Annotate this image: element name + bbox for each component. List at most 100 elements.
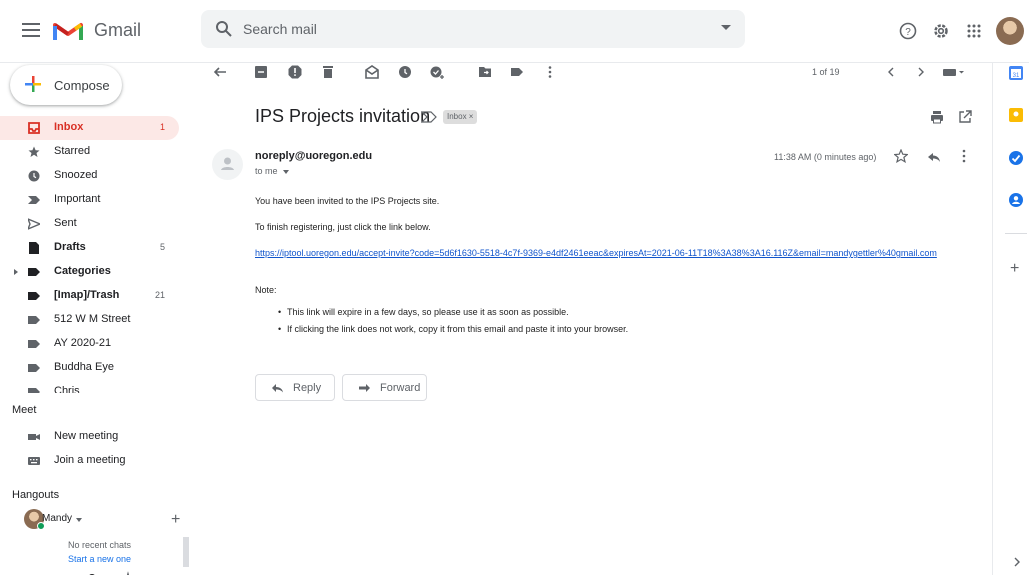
compose-plus-icon [25,76,41,92]
message-more-icon[interactable] [962,149,966,163]
sidebar-item-inbox[interactable]: Inbox 1 [0,116,179,140]
svg-text:31: 31 [1013,73,1020,79]
sidebar-item-label: Inbox [54,121,84,133]
search-input[interactable] [243,19,663,39]
input-tools-keyboard-icon[interactable] [943,65,965,79]
search-icon[interactable] [215,20,233,38]
snooze-clock-icon[interactable] [398,65,412,79]
delete-icon[interactable] [321,65,335,79]
new-meeting-item[interactable]: New meeting [0,425,179,449]
body-line-1: You have been invited to the IPS Project… [255,196,440,206]
join-meeting-item[interactable]: Join a meeting [0,449,179,473]
recipient-text: to me [255,166,278,176]
sidebar-item-chris[interactable]: Chris [0,380,179,393]
sidebar-item-buddha-eye[interactable]: Buddha Eye [0,356,179,380]
sidebar-item-label: Drafts [54,241,86,253]
star-icon [28,146,40,157]
message-toolbar: 1 of 19 [200,63,985,85]
note-bullet-1: This link will expire in a few days, so … [278,307,628,317]
expand-arrow-icon[interactable] [14,269,18,275]
new-conversation-plus-icon[interactable]: + [171,511,180,529]
hangouts-section-title: Hangouts [12,489,60,501]
newer-chevron-left-icon[interactable] [884,65,898,79]
add-to-tasks-icon[interactable] [430,65,444,79]
contacts-icon[interactable] [1008,192,1024,208]
inbox-label-chip[interactable]: Inbox × [443,110,478,124]
get-addons-plus-icon[interactable]: + [1010,260,1019,278]
label-icon [28,292,40,300]
apps-grid-icon[interactable] [965,22,983,40]
search-options-icon[interactable] [721,25,731,30]
menu-icon[interactable] [22,23,40,37]
archive-icon[interactable] [254,65,268,79]
sidebar-item-drafts[interactable]: Drafts 5 [0,236,179,260]
calendar-icon[interactable]: 31 [1008,65,1024,81]
sidebar-item-sent[interactable]: Sent [0,212,179,236]
forward-icon [359,384,370,392]
person-placeholder-icon [221,157,234,170]
status-caret-icon[interactable] [76,518,82,522]
open-new-window-icon[interactable] [958,110,972,124]
forward-button[interactable]: Forward [342,374,427,401]
message-timestamp: 11:38 AM (0 minutes ago) [774,152,877,162]
expand-panel-chevron-icon[interactable] [1013,557,1021,567]
back-arrow-icon[interactable] [213,65,227,79]
show-details-caret-icon[interactable] [283,170,289,174]
account-avatar[interactable] [996,17,1024,45]
star-outline-icon[interactable] [894,149,908,163]
sidebar-item-label: Chris [54,385,80,393]
sidebar-item-snoozed[interactable]: Snoozed [0,164,179,188]
no-chats-text: No recent chats [68,540,132,550]
keep-notes-icon[interactable] [1008,107,1024,123]
sender-avatar[interactable] [212,149,243,180]
help-icon[interactable]: ? [899,22,917,40]
print-icon[interactable] [930,110,944,124]
send-icon [28,218,40,230]
older-chevron-right-icon[interactable] [914,65,928,79]
search-bar[interactable] [201,10,745,48]
sidebar-item-label: Starred [54,145,91,157]
settings-gear-icon[interactable] [932,22,950,40]
sidebar-item-imap-trash[interactable]: [Imap]/Trash 21 [0,284,179,308]
reply-label: Reply [293,382,322,394]
trash-count: 21 [154,290,165,300]
tasks-icon[interactable] [1008,150,1024,166]
accept-invite-link[interactable]: https://iptool.uoregon.edu/accept-invite… [255,247,967,259]
inbox-icon [28,122,40,134]
sidebar-item-important[interactable]: Important [0,188,179,212]
label-as-icon[interactable] [510,65,524,79]
sidebar-nav: Inbox 1 Starred Snoozed Important Sent D… [0,116,195,393]
sidebar-item-categories[interactable]: Categories [0,260,179,284]
compose-button[interactable]: Compose [10,65,122,105]
sidebar-item-ay-2020-21[interactable]: AY 2020-21 [0,332,179,356]
note-bullet-2: If clicking the link does not work, copy… [278,324,628,334]
move-to-folder-icon[interactable] [478,65,492,79]
note-bullet-list: This link will expire in a few days, so … [278,307,628,341]
start-new-chat-link[interactable]: Start a new one [68,554,131,562]
report-spam-icon[interactable] [288,65,302,79]
gmail-app: Gmail ? [0,0,1029,575]
important-marker-icon[interactable] [421,111,437,123]
reply-arrow-icon[interactable] [927,150,941,164]
top-header: Gmail ? [0,0,1029,63]
sidebar-item-label: Important [54,193,101,205]
sidebar-item-starred[interactable]: Starred [0,140,179,164]
draft-count: 5 [159,242,165,252]
mark-unread-icon[interactable] [365,65,379,79]
gmail-logo-icon[interactable] [53,20,83,42]
more-options-icon[interactable] [543,65,557,79]
keyboard-icon [28,457,40,465]
sidebar-item-label: Categories [54,265,111,277]
right-rail-divider [992,63,993,575]
reply-button[interactable]: Reply [255,374,335,401]
forward-label: Forward [380,382,421,394]
sidebar-item-label: 512 W M Street [54,313,131,325]
reply-icon [272,384,283,393]
label-icon [28,268,40,276]
hangouts-user[interactable]: Mandy + [24,509,194,531]
left-sidebar: Compose Inbox 1 Starred Snoozed Importan… [0,63,195,575]
sidebar-item-512-w-m-street[interactable]: 512 W M Street [0,308,179,332]
sender-email[interactable]: noreply@uoregon.edu [255,150,372,162]
sidebar-scrollbar[interactable] [183,537,189,567]
gmail-brand[interactable]: Gmail [94,20,141,41]
